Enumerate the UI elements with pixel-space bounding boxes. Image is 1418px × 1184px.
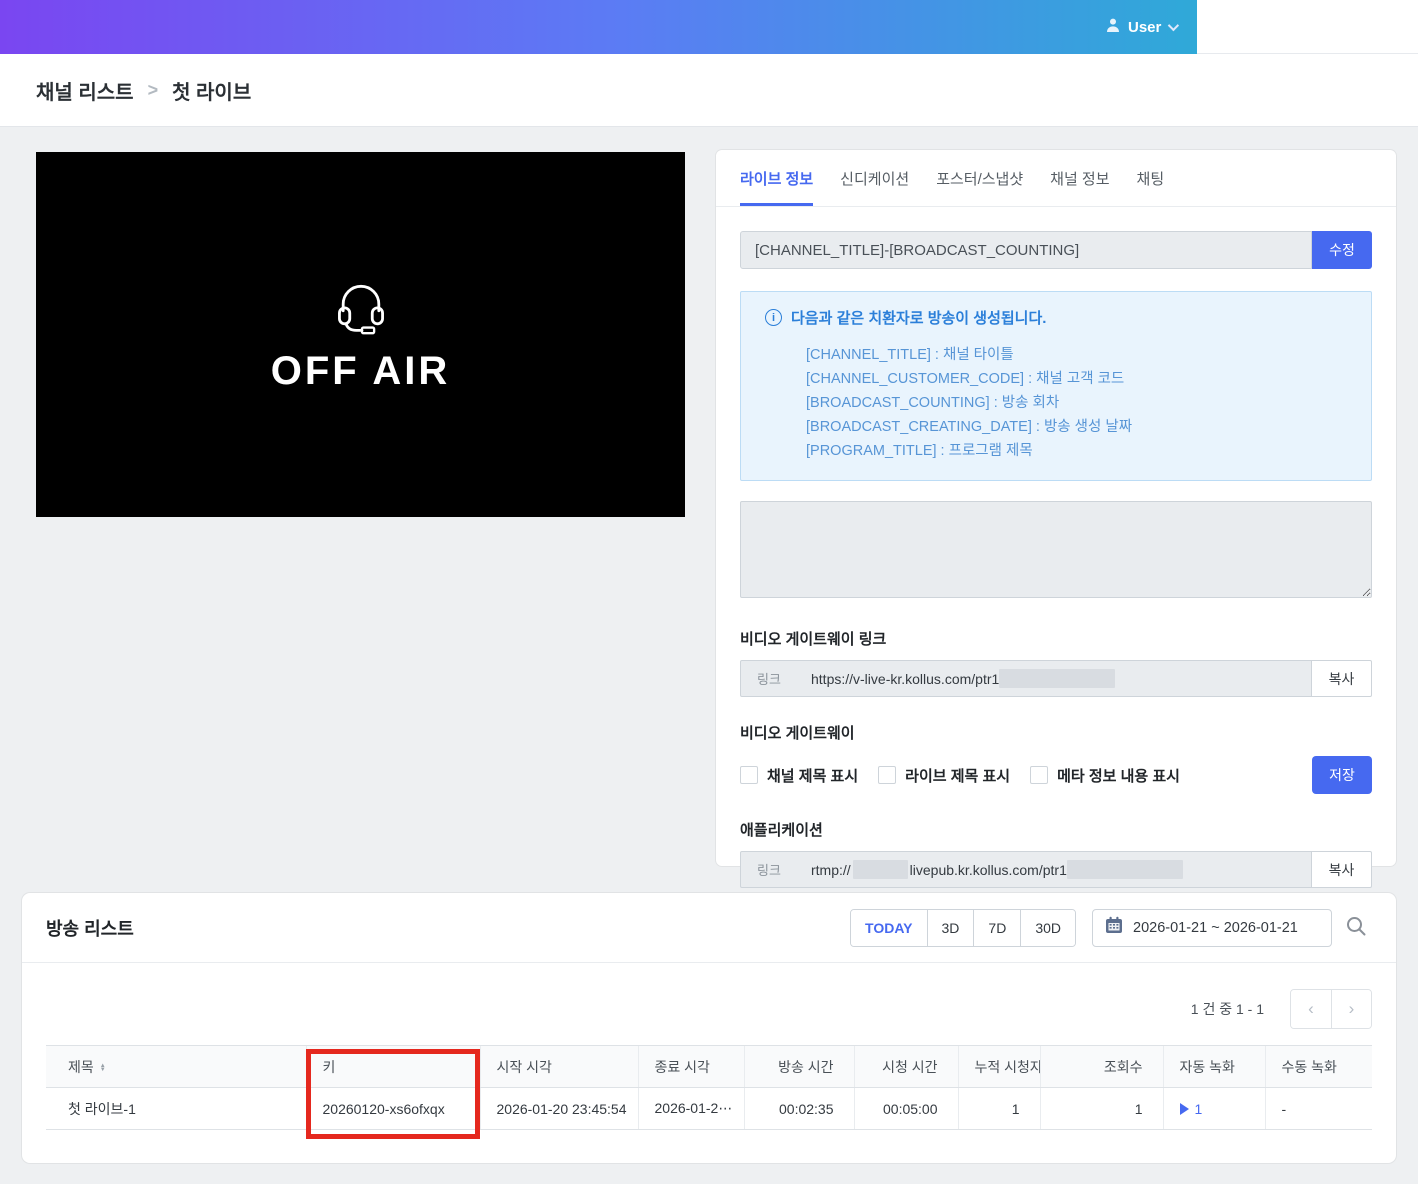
cell-cumulative-viewers: 1 bbox=[958, 1088, 1040, 1130]
checkbox-show-live-title[interactable]: 라이브 제목 표시 bbox=[878, 765, 1010, 786]
auto-record-link[interactable]: 1 bbox=[1195, 1101, 1203, 1117]
save-button[interactable]: 저장 bbox=[1312, 756, 1372, 794]
application-heading: 애플리케이션 bbox=[740, 819, 1372, 840]
breadcrumb: 채널 리스트 > 첫 라이브 bbox=[0, 54, 1418, 127]
checkbox-icon[interactable] bbox=[1030, 766, 1048, 784]
app-root: User 채널 리스트 > 첫 라이브 OFF AIR 라이브 정보 신디케이션… bbox=[0, 0, 1418, 1184]
placeholder-info-box: i 다음과 같은 치환자로 방송이 생성됩니다. [CHANNEL_TITLE]… bbox=[740, 291, 1372, 481]
redacted-text bbox=[853, 860, 908, 879]
table-row[interactable]: 첫 라이브-1 20260120-xs6ofxqx 2026-01-20 23:… bbox=[46, 1088, 1372, 1130]
placeholder-item: [CHANNEL_TITLE] : 채널 타이틀 bbox=[806, 343, 1347, 367]
column-header-views: 조회수 bbox=[1040, 1046, 1163, 1088]
column-header-start-time: 시작 시각 bbox=[480, 1046, 638, 1088]
user-menu[interactable]: User bbox=[1105, 0, 1176, 54]
broadcast-list-card: 방송 리스트 TODAY 3D 7D 30D 2026-01-21 ~ 2026… bbox=[22, 893, 1396, 1163]
cell-key: 20260120-xs6ofxqx bbox=[306, 1088, 480, 1130]
broadcast-table: 제목▲▼ 키 시작 시각 종료 시각 방송 시간 시청 시간 누적 시청자⋯ 조… bbox=[46, 1045, 1372, 1130]
placeholder-item: [BROADCAST_CREATING_DATE] : 방송 생성 날짜 bbox=[806, 415, 1347, 439]
cell-end-time: 2026-01-2⋯ bbox=[638, 1088, 744, 1130]
top-header: User bbox=[0, 0, 1418, 54]
pagination-controls: ‹ › bbox=[1290, 989, 1372, 1029]
cell-broadcast-time: 00:02:35 bbox=[744, 1088, 854, 1130]
pagination-prev-button[interactable]: ‹ bbox=[1291, 990, 1331, 1028]
description-textarea[interactable] bbox=[740, 501, 1372, 598]
edit-button[interactable]: 수정 bbox=[1312, 231, 1372, 269]
breadcrumb-separator: > bbox=[148, 80, 159, 101]
info-box-heading: 다음과 같은 치환자로 방송이 생성됩니다. bbox=[791, 307, 1046, 328]
column-header-cumulative-viewers: 누적 시청자⋯ bbox=[958, 1046, 1040, 1088]
user-menu-label: User bbox=[1128, 19, 1161, 36]
tab-poster-snapshot[interactable]: 포스터/스냅샷 bbox=[936, 150, 1023, 206]
column-header-watch-time: 시청 시간 bbox=[854, 1046, 958, 1088]
tab-live-info[interactable]: 라이브 정보 bbox=[740, 150, 813, 206]
header-gradient bbox=[0, 0, 1197, 54]
column-header-title[interactable]: 제목▲▼ bbox=[46, 1046, 306, 1088]
video-player-offair[interactable]: OFF AIR bbox=[36, 152, 685, 517]
cell-title: 첫 라이브-1 bbox=[46, 1088, 306, 1130]
tab-channel-info[interactable]: 채널 정보 bbox=[1050, 150, 1109, 206]
application-link-field: 링크 rtmp:// livepub.kr.kollus.com/ptr1 bbox=[740, 851, 1312, 888]
broadcast-list-title: 방송 리스트 bbox=[46, 915, 134, 941]
gateway-link-copy-button[interactable]: 복사 bbox=[1312, 660, 1372, 697]
placeholder-item: [PROGRAM_TITLE] : 프로그램 제목 bbox=[806, 439, 1347, 463]
cell-watch-time: 00:05:00 bbox=[854, 1088, 958, 1130]
application-url-protocol: rtmp:// bbox=[811, 862, 851, 878]
gateway-link-field: 링크 https://v-live-kr.kollus.com/ptr1 bbox=[740, 660, 1312, 697]
live-info-panel: 라이브 정보 신디케이션 포스터/스냅샷 채널 정보 채팅 수정 i 다음과 같… bbox=[716, 150, 1396, 866]
gateway-link-heading: 비디오 게이트웨이 링크 bbox=[740, 628, 1372, 649]
sort-icon: ▲▼ bbox=[100, 1064, 106, 1072]
broadcast-title-input[interactable] bbox=[740, 231, 1312, 269]
column-header-manual-record: 수동 녹화 bbox=[1265, 1046, 1372, 1088]
offair-label: OFF AIR bbox=[271, 349, 451, 394]
cell-views: 1 bbox=[1040, 1088, 1163, 1130]
gateway-link-url: https://v-live-kr.kollus.com/ptr1 bbox=[811, 671, 999, 687]
calendar-icon bbox=[1105, 916, 1123, 939]
range-7d-button[interactable]: 7D bbox=[973, 910, 1020, 946]
redacted-text bbox=[999, 669, 1115, 688]
search-button[interactable] bbox=[1340, 910, 1372, 945]
gateway-heading: 비디오 게이트웨이 bbox=[740, 722, 1372, 743]
checkbox-icon[interactable] bbox=[740, 766, 758, 784]
checkbox-show-channel-title[interactable]: 채널 제목 표시 bbox=[740, 765, 858, 786]
date-range-value: 2026-01-21 ~ 2026-01-21 bbox=[1133, 920, 1298, 936]
range-30d-button[interactable]: 30D bbox=[1020, 910, 1075, 946]
column-header-auto-record: 자동 녹화 bbox=[1163, 1046, 1265, 1088]
date-range-presets: TODAY 3D 7D 30D bbox=[850, 909, 1076, 947]
cell-manual-record: - bbox=[1265, 1088, 1372, 1130]
link-field-label: 링크 bbox=[757, 669, 811, 688]
tab-syndication[interactable]: 신디케이션 bbox=[840, 150, 909, 206]
application-url-host: livepub.kr.kollus.com/ptr1 bbox=[910, 862, 1067, 878]
placeholder-item: [BROADCAST_COUNTING] : 방송 회차 bbox=[806, 391, 1347, 415]
link-field-label: 링크 bbox=[757, 860, 811, 879]
pagination-next-button[interactable]: › bbox=[1331, 990, 1371, 1028]
range-today-button[interactable]: TODAY bbox=[851, 910, 926, 946]
cell-start-time: 2026-01-20 23:45:54 bbox=[480, 1088, 638, 1130]
placeholder-item: [CHANNEL_CUSTOMER_CODE] : 채널 고객 코드 bbox=[806, 367, 1347, 391]
column-header-key: 키 bbox=[306, 1046, 480, 1088]
play-icon bbox=[1180, 1103, 1189, 1115]
tab-chat[interactable]: 채팅 bbox=[1137, 150, 1165, 206]
redacted-text bbox=[1067, 860, 1183, 879]
date-range-picker[interactable]: 2026-01-21 ~ 2026-01-21 bbox=[1092, 909, 1332, 947]
headset-icon bbox=[330, 276, 392, 341]
breadcrumb-current-page: 첫 라이브 bbox=[172, 76, 251, 105]
user-icon bbox=[1105, 17, 1121, 38]
panel-body: 수정 i 다음과 같은 치환자로 방송이 생성됩니다. [CHANNEL_TIT… bbox=[716, 207, 1396, 912]
pagination-summary: 1 건 중 1 - 1 bbox=[1191, 999, 1264, 1019]
range-3d-button[interactable]: 3D bbox=[927, 910, 974, 946]
panel-tabs: 라이브 정보 신디케이션 포스터/스냅샷 채널 정보 채팅 bbox=[716, 150, 1396, 207]
application-link-copy-button[interactable]: 복사 bbox=[1312, 851, 1372, 888]
cell-auto-record: 1 bbox=[1163, 1088, 1265, 1130]
checkbox-show-meta-info[interactable]: 메타 정보 내용 표시 bbox=[1030, 765, 1180, 786]
breadcrumb-channel-list[interactable]: 채널 리스트 bbox=[36, 76, 134, 105]
checkbox-icon[interactable] bbox=[878, 766, 896, 784]
column-header-broadcast-time: 방송 시간 bbox=[744, 1046, 854, 1088]
info-icon: i bbox=[765, 309, 782, 326]
column-header-end-time: 종료 시각 bbox=[638, 1046, 744, 1088]
